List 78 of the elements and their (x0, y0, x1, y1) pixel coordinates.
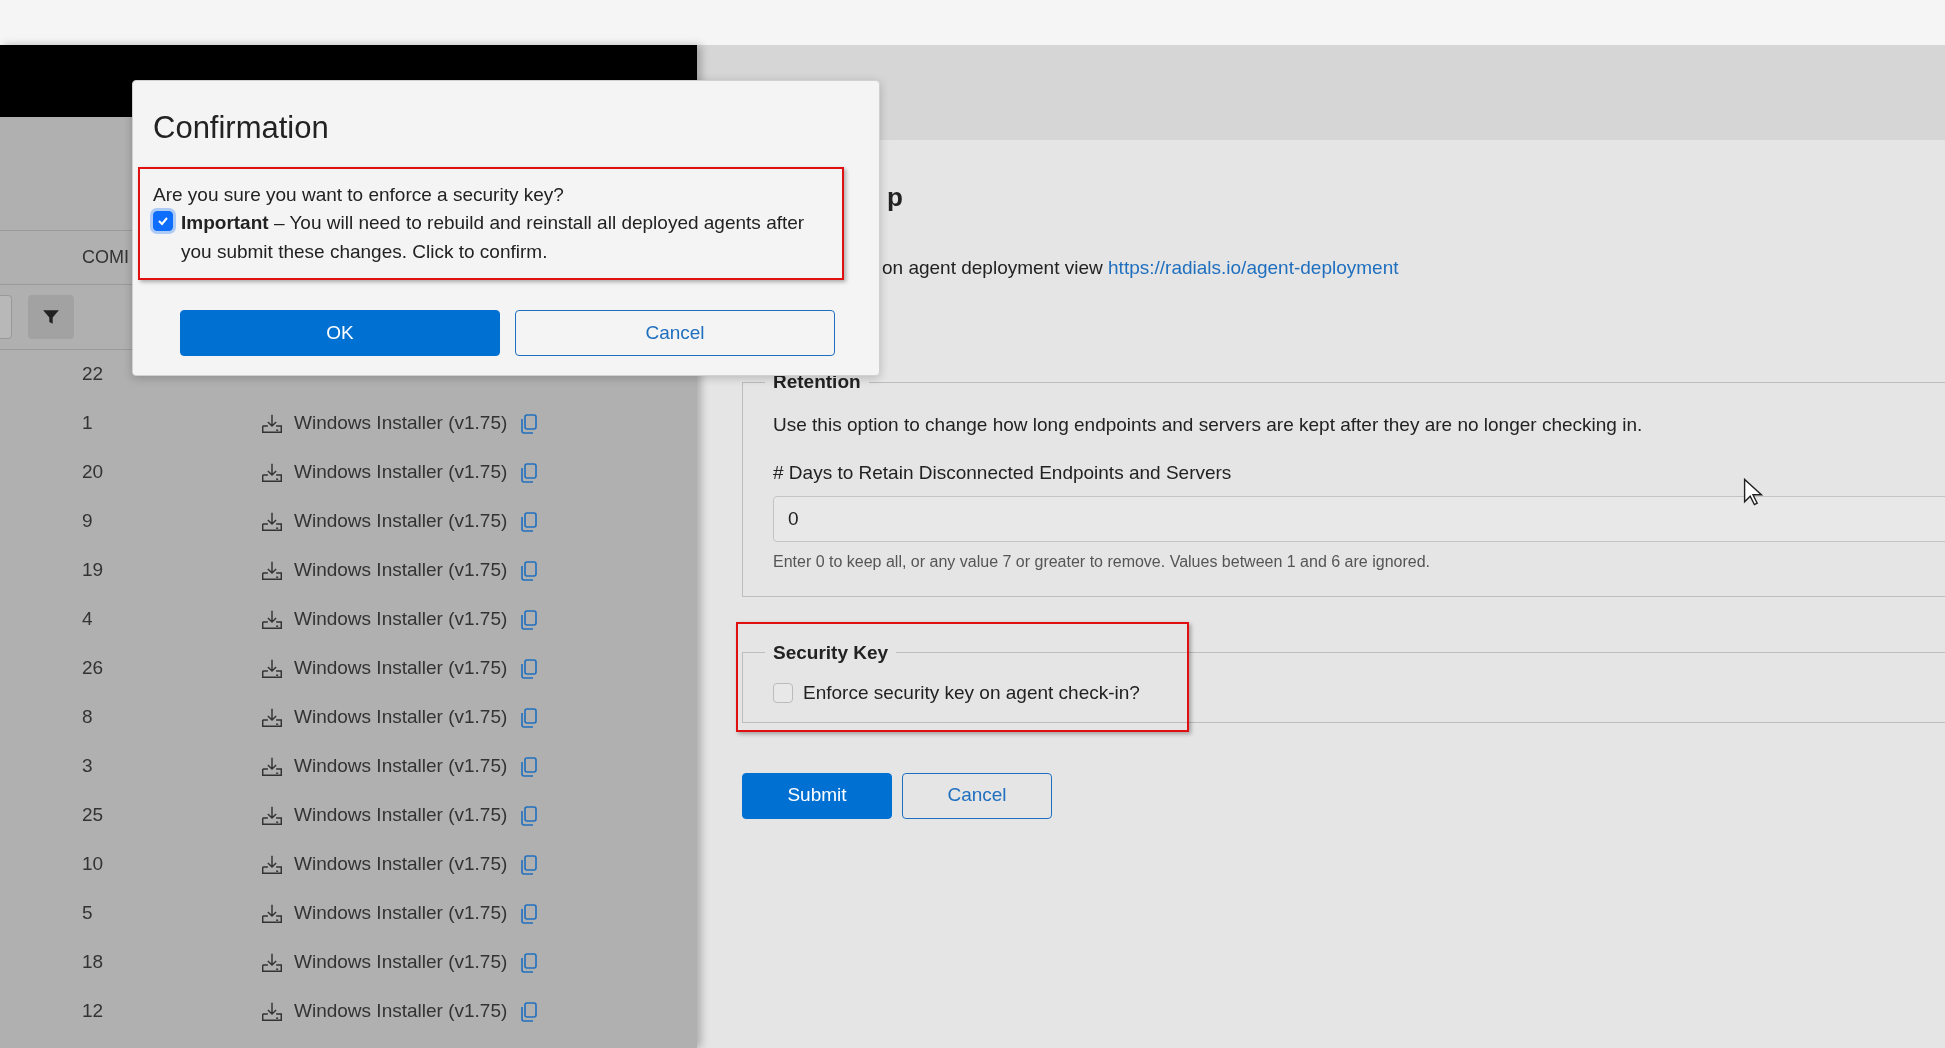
group-legend: Retention (765, 368, 869, 397)
download-icon (262, 855, 282, 874)
copy-icon[interactable] (519, 706, 540, 729)
count-cell-text: 5 (81, 901, 94, 926)
deployment-note: on agent deployment view https://radials.io/agent-deployment (882, 257, 1399, 278)
download-icon (262, 953, 282, 972)
count-cell-text: 9 (81, 509, 94, 534)
count-cell-text: 19 (81, 558, 105, 583)
copy-icon[interactable] (519, 657, 540, 680)
count-cell-text: 3 (81, 754, 94, 779)
installer-link[interactable]: Windows Installer (v1.75) (294, 458, 508, 487)
confirm-text: Important – You will need to rebuild and reinstall all deployed agents after you submit these changes. Click to confirm. (181, 211, 806, 264)
copy-icon[interactable] (519, 412, 540, 435)
checkbox-label: Enforce security key on agent check-in? (803, 681, 1140, 705)
count-cell-text: 20 (81, 460, 105, 485)
dialog-title: Confirmation (152, 109, 330, 147)
copy-icon[interactable] (519, 1000, 540, 1023)
count-cell-text: 22 (81, 362, 105, 387)
check-icon (157, 215, 169, 227)
count-cell-text: 12 (81, 999, 105, 1024)
cancel-button[interactable]: Cancel (515, 310, 835, 356)
cancel-button[interactable]: Cancel (902, 772, 1052, 819)
installer-link[interactable]: Windows Installer (v1.75) (294, 801, 508, 830)
copy-icon[interactable] (519, 902, 540, 925)
days-input[interactable]: 0 (773, 495, 1945, 542)
dialog-question: Are you sure you want to enforce a security key? (153, 183, 565, 207)
installer-link[interactable]: Windows Installer (v1.75) (294, 948, 508, 977)
count-cell-text: 18 (81, 950, 105, 975)
installer-link[interactable]: Windows Installer (v1.75) (294, 899, 508, 928)
group-legend: Security Key (765, 638, 897, 667)
page-heading: p (887, 181, 904, 214)
checkbox[interactable] (773, 683, 793, 704)
count-cell-text: 10 (81, 852, 105, 877)
installer-link[interactable]: Windows Installer (v1.75) (294, 556, 508, 585)
installer-link[interactable]: Windows Installer (v1.75) (294, 703, 508, 732)
download-icon (262, 512, 282, 531)
primary-button[interactable]: OK (180, 310, 500, 356)
installer-link[interactable]: Windows Installer (v1.75) (294, 850, 508, 879)
download-icon (262, 708, 282, 727)
count-cell-text: 8 (81, 705, 94, 730)
download-icon (262, 463, 282, 482)
download-icon (262, 659, 282, 678)
installer-link[interactable]: Windows Installer (v1.75) (294, 654, 508, 683)
copy-icon[interactable] (519, 559, 540, 582)
column-header[interactable]: COMI (82, 244, 129, 271)
copy-icon[interactable] (519, 755, 540, 778)
download-icon (262, 561, 282, 580)
download-icon (262, 1002, 282, 1021)
download-icon (262, 757, 282, 776)
copy-icon[interactable] (519, 804, 540, 827)
checkbox[interactable] (153, 211, 173, 231)
installer-link[interactable]: Windows Installer (v1.75) (294, 605, 508, 634)
copy-icon[interactable] (519, 951, 540, 974)
installer-link[interactable]: Windows Installer (v1.75) (294, 409, 508, 438)
copy-icon[interactable] (519, 461, 540, 484)
copy-icon[interactable] (519, 510, 540, 533)
filter-field[interactable] (0, 295, 12, 339)
download-icon (262, 610, 282, 629)
download-icon (262, 904, 282, 923)
installer-link[interactable]: Windows Installer (v1.75) (294, 997, 508, 1026)
primary-button[interactable]: Submit (742, 772, 892, 819)
filter-button[interactable] (28, 295, 74, 339)
download-icon (262, 806, 282, 825)
deployment-link[interactable]: https://radials.io/agent-deployment (1108, 257, 1399, 278)
count-cell-text: 25 (81, 803, 105, 828)
installer-link[interactable]: Windows Installer (v1.75) (294, 507, 508, 536)
filter-icon (42, 308, 60, 326)
download-icon (262, 414, 282, 433)
count-cell-text: 1 (81, 411, 94, 436)
count-cell-text: 4 (81, 607, 94, 632)
mouse-cursor-icon (1743, 478, 1763, 506)
copy-icon[interactable] (519, 853, 540, 876)
help-text: Enter 0 to keep all, or any value 7 or greater to remove. Values between 1 and 6 are ignored. (773, 551, 1430, 572)
field-label: # Days to Retain Disconnected Endpoints and Servers (773, 461, 1233, 485)
copy-icon[interactable] (519, 608, 540, 631)
count-cell-text: 26 (81, 656, 105, 681)
installer-link[interactable]: Windows Installer (v1.75) (294, 752, 508, 781)
description-text: Use this option to change how long endpoints and servers are kept after they are no longer checking in. (773, 412, 1644, 437)
